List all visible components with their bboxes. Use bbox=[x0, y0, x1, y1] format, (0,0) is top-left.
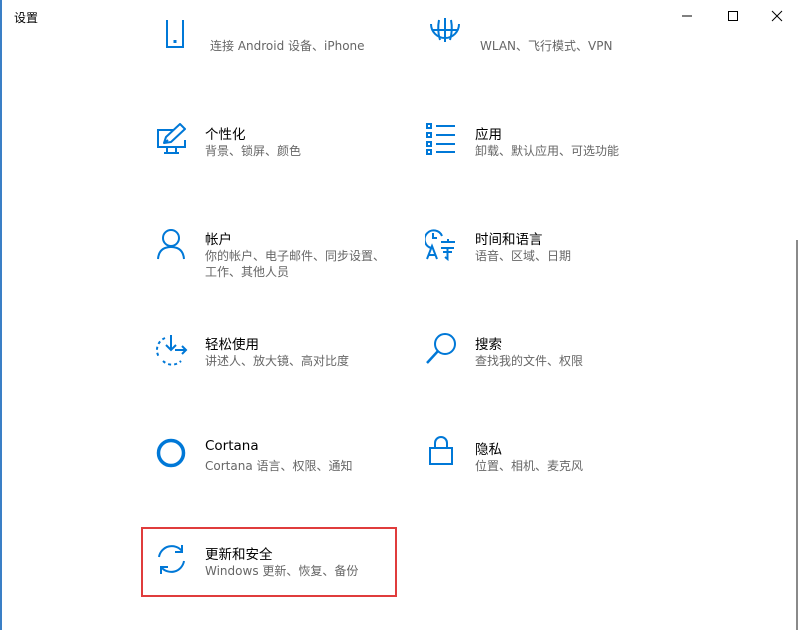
tile-desc: 语音、区域、日期 bbox=[475, 249, 572, 263]
cortana-icon bbox=[156, 438, 186, 468]
tile-desc: 背景、锁屏、颜色 bbox=[205, 144, 302, 158]
tile-desc: 连接 Android 设备、iPhone bbox=[210, 39, 365, 53]
window-title: 设置 bbox=[14, 11, 39, 25]
tile-name: 应用 bbox=[475, 127, 502, 143]
time-language-icon bbox=[425, 229, 455, 262]
tile-name: 时间和语言 bbox=[475, 232, 543, 248]
window-left-border bbox=[0, 0, 2, 630]
tile-name: 个性化 bbox=[205, 127, 246, 143]
tile-name: 帐户 bbox=[205, 232, 232, 248]
tile-desc: 讲述人、放大镜、高对比度 bbox=[205, 354, 350, 368]
tile-desc: 位置、相机、麦克风 bbox=[475, 459, 584, 473]
tile-phone[interactable]: 连接 Android 设备、iPhone bbox=[146, 18, 396, 88]
globe-icon bbox=[430, 18, 460, 42]
tile-ease-of-access[interactable]: 轻松使用 讲述人、放大镜、高对比度 bbox=[141, 333, 391, 403]
minimize-button[interactable] bbox=[664, 0, 710, 32]
search-icon bbox=[426, 333, 456, 364]
apps-list-icon bbox=[426, 123, 455, 155]
minimize-icon bbox=[682, 15, 692, 17]
settings-window: 设置 连接 Android 设备、iPhone WLAN、飞行模式、VPN 个性… bbox=[0, 0, 800, 630]
phone-icon bbox=[166, 20, 184, 48]
tile-time-language[interactable]: 时间和语言 语音、区域、日期 bbox=[411, 228, 661, 298]
tile-name: 隐私 bbox=[475, 442, 502, 458]
maximize-button[interactable] bbox=[710, 0, 756, 32]
close-button[interactable] bbox=[754, 0, 800, 32]
lock-icon bbox=[429, 436, 453, 465]
tile-personalization[interactable]: 个性化 背景、锁屏、颜色 bbox=[141, 123, 391, 193]
tile-name: 轻松使用 bbox=[205, 337, 259, 353]
tile-apps[interactable]: 应用 卸载、默认应用、可选功能 bbox=[411, 123, 661, 193]
tile-desc: 查找我的文件、权限 bbox=[475, 354, 584, 368]
tile-desc: WLAN、飞行模式、VPN bbox=[480, 39, 613, 53]
tile-cortana[interactable]: Cortana Cortana 语言、权限、通知 bbox=[141, 438, 391, 508]
highlight-frame bbox=[141, 527, 397, 597]
tile-desc: Cortana 语言、权限、通知 bbox=[205, 459, 353, 473]
tile-privacy[interactable]: 隐私 位置、相机、麦克风 bbox=[411, 436, 661, 508]
maximize-icon bbox=[728, 11, 738, 21]
scrollbar-thumb[interactable] bbox=[796, 240, 798, 630]
ease-of-access-icon bbox=[156, 335, 188, 366]
title-bar: 设置 bbox=[0, 0, 800, 32]
tile-name: Cortana bbox=[205, 438, 259, 454]
tile-name: 搜索 bbox=[475, 337, 502, 353]
tile-network[interactable]: WLAN、飞行模式、VPN bbox=[416, 18, 666, 88]
personalization-icon bbox=[157, 123, 186, 154]
tile-desc: 卸载、默认应用、可选功能 bbox=[475, 144, 620, 158]
person-icon bbox=[157, 229, 185, 260]
tile-search[interactable]: 搜索 查找我的文件、权限 bbox=[411, 333, 661, 403]
close-icon bbox=[771, 10, 783, 22]
tile-accounts[interactable]: 帐户 你的帐户、电子邮件、同步设置、工作、其他人员 bbox=[141, 228, 391, 298]
tile-desc: 你的帐户、电子邮件、同步设置、工作、其他人员 bbox=[205, 249, 386, 279]
